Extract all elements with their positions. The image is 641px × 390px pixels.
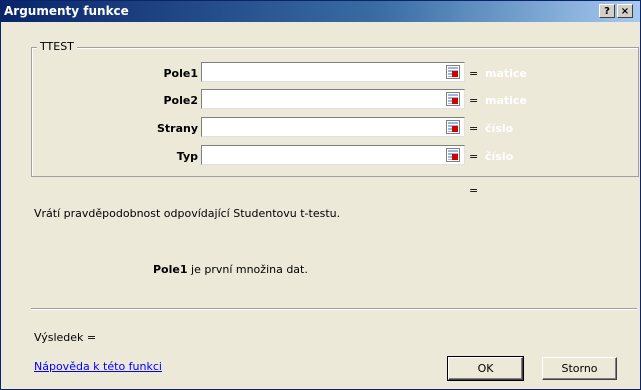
function-description: Vrátí pravděpodobnost odpovídající Stude…	[34, 207, 341, 220]
collapse-dialog-icon[interactable]	[446, 148, 460, 162]
type-hint: matice	[485, 67, 527, 80]
equals-sign: =	[469, 67, 479, 80]
function-name: TTEST	[37, 40, 77, 53]
function-help-link[interactable]: Nápověda k této funkci	[34, 360, 162, 373]
argument-description-text: je první množina dat.	[187, 263, 308, 276]
cancel-button[interactable]: Storno	[542, 357, 617, 380]
equals-sign: =	[469, 122, 479, 135]
type-hint: matice	[485, 94, 527, 107]
equals-sign: =	[469, 150, 479, 163]
argument-label: Strany	[156, 122, 198, 135]
argument-label: Pole2	[163, 94, 198, 107]
separator	[31, 308, 637, 310]
function-arguments-dialog: Argumenty funkce ? × TTEST Pole1 = matic…	[0, 0, 641, 390]
argument-label: Typ	[176, 150, 198, 163]
ok-button[interactable]: OK	[447, 356, 524, 381]
pole1-input[interactable]	[201, 62, 465, 82]
equals-sign: =	[469, 94, 479, 107]
argument-label: Pole1	[163, 67, 198, 80]
function-result-equals: =	[469, 184, 479, 197]
strany-input[interactable]	[201, 117, 465, 137]
close-button[interactable]: ×	[617, 4, 633, 18]
dialog-title: Argumenty funkce	[4, 4, 129, 18]
title-bar[interactable]: Argumenty funkce ? ×	[1, 1, 640, 22]
collapse-dialog-icon[interactable]	[446, 92, 460, 106]
pole2-input[interactable]	[201, 89, 465, 109]
collapse-dialog-icon[interactable]	[446, 65, 460, 79]
collapse-dialog-icon[interactable]	[446, 120, 460, 134]
argument-description-name: Pole1	[153, 263, 188, 276]
argument-description: Pole1 je první množina dat.	[153, 263, 308, 276]
help-button[interactable]: ?	[599, 4, 615, 18]
type-hint: číslo	[485, 122, 514, 135]
type-hint: číslo	[485, 150, 514, 163]
typ-input[interactable]	[201, 145, 465, 165]
result-label: Výsledek =	[34, 331, 97, 344]
